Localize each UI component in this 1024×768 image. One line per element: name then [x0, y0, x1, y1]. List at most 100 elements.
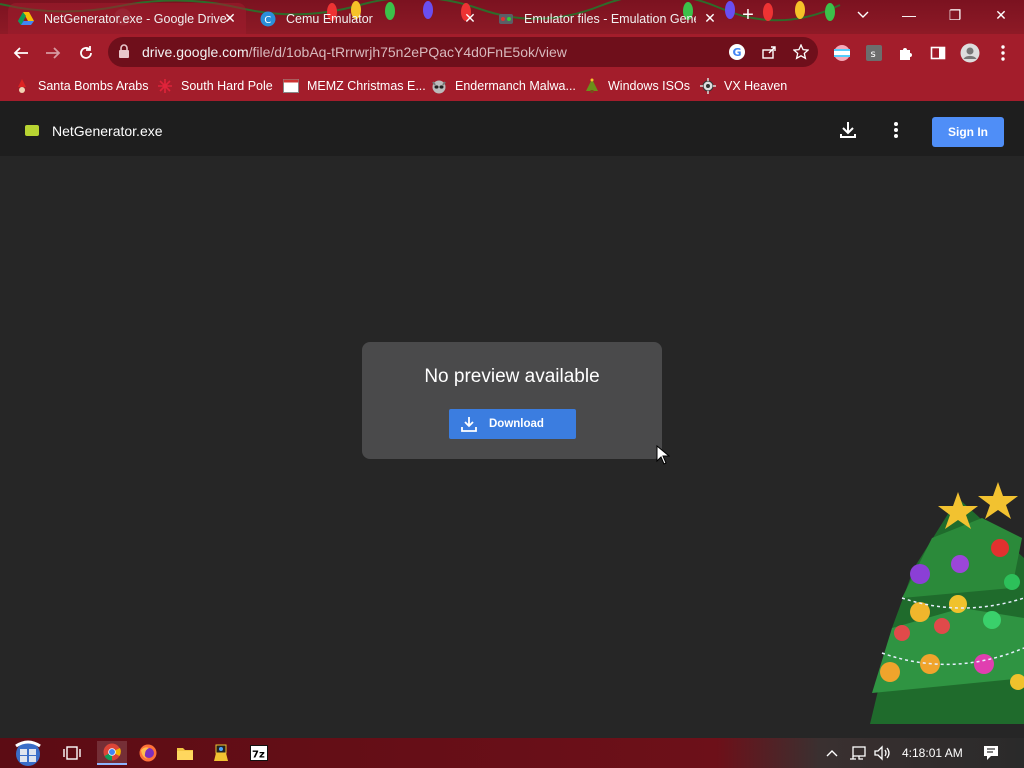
no-preview-message: No preview available: [424, 366, 600, 387]
extension-flag-button[interactable]: [829, 40, 855, 66]
bookmark-label: Endermanch Malwa...: [455, 79, 576, 93]
avatar-icon: [960, 43, 980, 63]
bookmark-santa-bombs-arabs[interactable]: Santa Bombs Arabs: [14, 77, 148, 95]
kebab-menu-icon: [1001, 45, 1005, 61]
file-name: NetGenerator.exe: [52, 123, 163, 139]
virus-icon: [700, 78, 716, 94]
folder-icon: [177, 748, 193, 760]
restore-button[interactable]: ❐: [932, 0, 978, 30]
task-view-button[interactable]: [57, 741, 87, 765]
snowflake-icon: [157, 78, 173, 94]
close-tab-icon[interactable]: ✕: [702, 10, 718, 26]
url-path: /file/d/1obAq-tRrrwrjh75n2ePQacY4d0FnE5o…: [248, 44, 567, 60]
google-lens-icon[interactable]: G: [728, 43, 746, 61]
notification-icon: [984, 746, 998, 760]
download-icon: [840, 122, 856, 138]
svg-text:s: s: [871, 49, 876, 60]
share-icon[interactable]: [760, 43, 778, 61]
url-host: drive.google.com: [142, 44, 249, 60]
bookmarks-bar: Santa Bombs Arabs South Hard Pole MEMZ C…: [0, 71, 1024, 101]
bookmark-star-icon[interactable]: [792, 43, 810, 61]
tab-title: Emulator files - Emulation General: [524, 11, 696, 26]
chrome-icon: [103, 743, 121, 761]
bookmark-label: South Hard Pole: [181, 79, 273, 93]
side-panel-icon: [930, 46, 946, 60]
tab-strip: NetGenerator.exe - Google Drive ✕ C Cemu…: [0, 0, 1024, 34]
side-panel-button[interactable]: [925, 40, 951, 66]
tab-search-button[interactable]: [840, 0, 886, 30]
network-icon: [850, 746, 866, 760]
chevron-down-icon: [857, 11, 869, 18]
speaker-icon: [874, 745, 890, 761]
cemu-icon: C: [260, 11, 276, 27]
bookmark-label: Windows ISOs: [608, 79, 690, 93]
minimize-button[interactable]: —: [886, 0, 932, 30]
download-button[interactable]: Download: [449, 409, 576, 439]
7zip-icon: 7z: [250, 745, 268, 761]
christmas-tree-decoration: [870, 482, 1024, 724]
close-window-button[interactable]: ✕: [978, 0, 1024, 30]
extensions-button[interactable]: [893, 40, 919, 66]
reload-button[interactable]: [73, 40, 99, 66]
no-preview-card: No preview available Download: [362, 342, 662, 459]
taskbar-app[interactable]: [206, 741, 236, 765]
window-icon: [283, 78, 299, 94]
raccoon-icon: [431, 78, 447, 94]
url-text: drive.google.com/file/d/1obAq-tRrrwrjh75…: [142, 44, 567, 60]
taskbar-file-explorer[interactable]: [170, 741, 200, 765]
address-bar[interactable]: drive.google.com/file/d/1obAq-tRrrwrjh75…: [108, 37, 818, 67]
taskbar-firefox[interactable]: [133, 741, 163, 765]
back-button[interactable]: [8, 40, 34, 66]
arrow-left-icon: [13, 47, 28, 59]
new-tab-button[interactable]: +: [738, 5, 758, 26]
puzzle-icon: [900, 48, 912, 60]
extension-s-button[interactable]: s: [861, 40, 887, 66]
bookmark-windows-isos[interactable]: Windows ISOs: [584, 77, 690, 95]
forward-button[interactable]: [40, 40, 66, 66]
task-view-icon: [63, 746, 81, 760]
tab-emulator-files[interactable]: Emulator files - Emulation General ✕: [488, 3, 726, 34]
santa-icon: [14, 78, 30, 94]
reload-icon: [80, 46, 92, 59]
flag-icon: [834, 45, 850, 61]
close-tab-icon[interactable]: ✕: [222, 10, 238, 26]
kebab-menu-icon: [894, 122, 898, 138]
bookmark-south-hard-pole[interactable]: South Hard Pole: [157, 77, 273, 95]
profile-button[interactable]: [957, 40, 983, 66]
lock-icon: [118, 44, 130, 63]
browser-toolbar: drive.google.com/file/d/1obAq-tRrrwrjh75…: [0, 34, 1024, 71]
network-button[interactable]: [846, 741, 870, 765]
tab-title: NetGenerator.exe - Google Drive: [44, 11, 227, 26]
taskbar-7zip[interactable]: 7z: [244, 741, 274, 765]
file-type-icon: [25, 125, 39, 136]
action-center-button[interactable]: [978, 741, 1004, 765]
bookmark-vx-heaven[interactable]: VX Heaven: [700, 77, 787, 95]
start-button[interactable]: [10, 740, 46, 766]
download-label: Download: [489, 418, 544, 430]
sign-in-button[interactable]: Sign In: [932, 117, 1004, 147]
tree-icon: [584, 78, 600, 94]
google-drive-icon: [18, 11, 34, 27]
firefox-icon: [139, 744, 157, 762]
taskbar-chrome[interactable]: [97, 741, 127, 765]
windows-taskbar: 7z 4:18:01 AM: [0, 738, 1024, 768]
app-icon: [214, 744, 228, 761]
header-download-button[interactable]: [837, 119, 859, 141]
svg-text:C: C: [264, 15, 271, 26]
chrome-menu-button[interactable]: [990, 40, 1016, 66]
tab-netgenerator[interactable]: NetGenerator.exe - Google Drive ✕: [8, 3, 246, 34]
bookmark-memz-christmas[interactable]: MEMZ Christmas E...: [283, 77, 426, 95]
tab-cemu[interactable]: C Cemu Emulator ✕: [250, 3, 486, 34]
windows-start-icon: [15, 740, 41, 766]
tab-title: Cemu Emulator: [286, 11, 373, 26]
mouse-cursor-icon: [656, 445, 670, 465]
svg-text:7z: 7z: [252, 750, 265, 761]
volume-button[interactable]: [870, 741, 894, 765]
close-tab-icon[interactable]: ✕: [462, 10, 478, 26]
emulation-general-icon: [498, 11, 514, 27]
bookmark-endermanch-malware[interactable]: Endermanch Malwa...: [431, 77, 576, 95]
more-actions-button[interactable]: [885, 119, 907, 141]
show-hidden-icons-button[interactable]: [820, 741, 844, 765]
extension-s-icon: s: [866, 45, 882, 61]
system-clock[interactable]: 4:18:01 AM: [902, 746, 963, 760]
